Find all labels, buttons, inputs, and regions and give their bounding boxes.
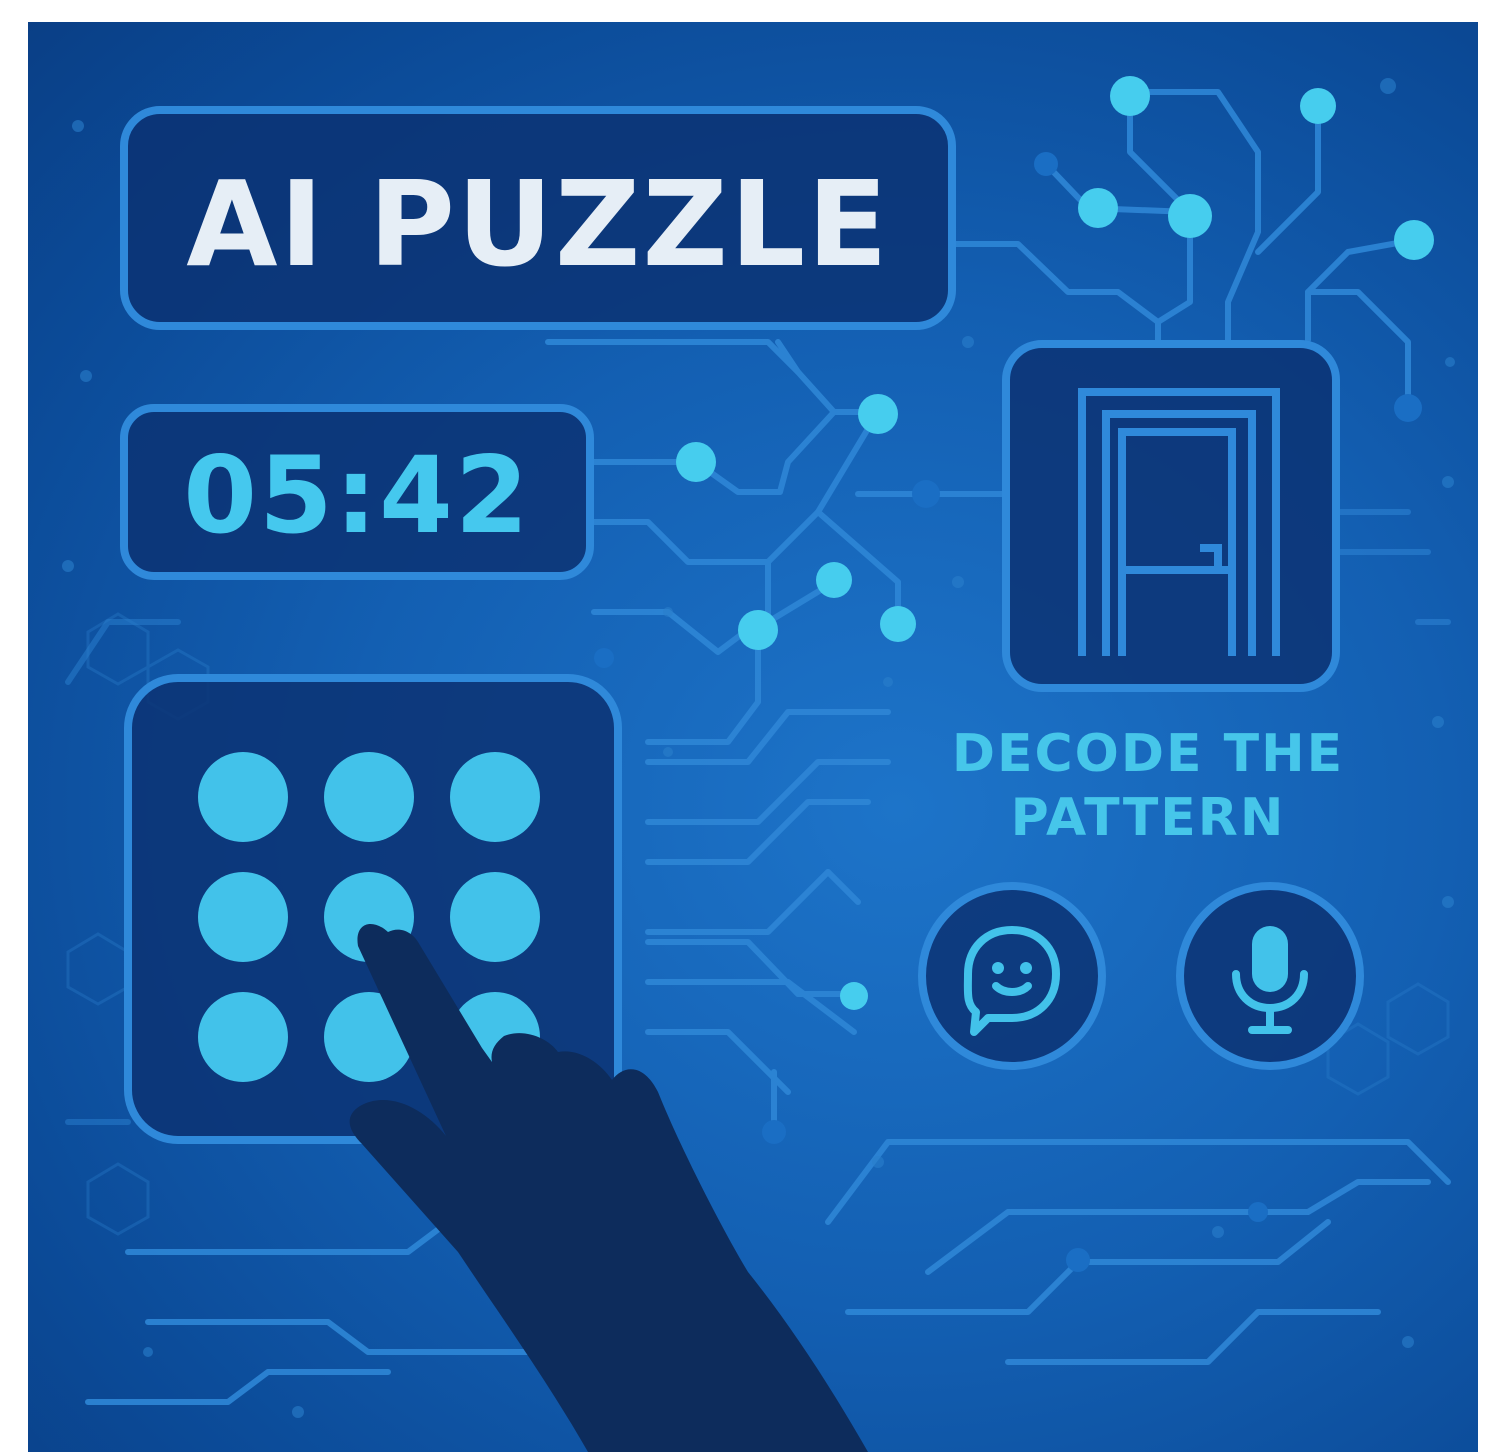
decode-line-1: DECODE THE (951, 724, 1345, 784)
decode-instruction: DECODE THE PATTERN (928, 722, 1368, 850)
keypad-dot-2[interactable] (324, 752, 414, 842)
game-canvas: AI PUZZLE 05:42 DECODE THE PATTERN (28, 22, 1478, 1452)
keypad-dot-3[interactable] (450, 752, 540, 842)
timer-panel: 05:42 (120, 404, 594, 580)
game-title: AI PUZZLE (186, 155, 890, 293)
keypad-dot-4[interactable] (198, 872, 288, 962)
microphone-button[interactable] (1176, 882, 1364, 1070)
keypad-dot-8[interactable] (324, 992, 414, 1082)
keypad-dot-7[interactable] (198, 992, 288, 1082)
countdown-timer: 05:42 (183, 434, 531, 557)
door-icon (1078, 388, 1280, 656)
smiley-chat-bubble-icon (963, 926, 1060, 1036)
door-panel[interactable] (1002, 340, 1340, 692)
keypad-dot-9[interactable] (450, 992, 540, 1082)
chat-button[interactable] (918, 882, 1106, 1070)
decode-line-2: PATTERN (1010, 788, 1286, 848)
title-panel: AI PUZZLE (120, 106, 956, 330)
keypad-dot-6[interactable] (450, 872, 540, 962)
microphone-icon (1232, 926, 1308, 1034)
keypad-dot-1[interactable] (198, 752, 288, 842)
pattern-keypad (124, 674, 622, 1144)
keypad-dot-5[interactable] (324, 872, 414, 962)
